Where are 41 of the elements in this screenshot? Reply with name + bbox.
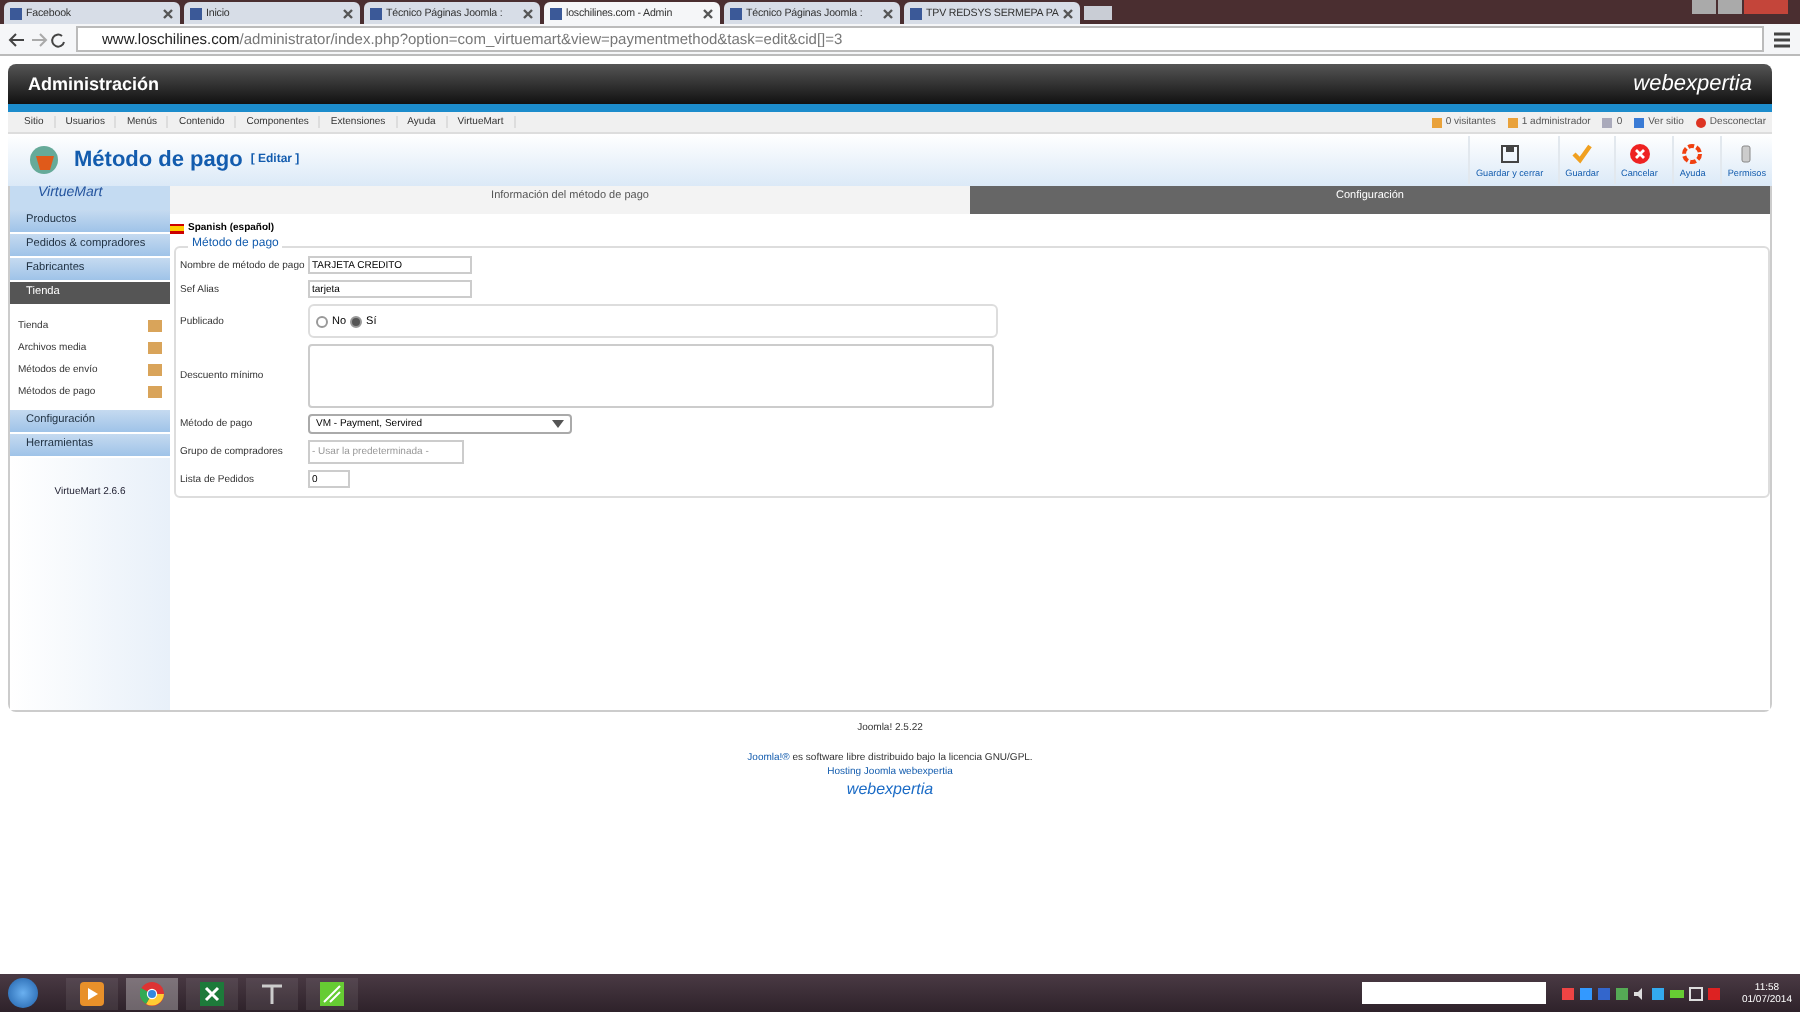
flag-icon [170,223,184,233]
radio-button[interactable] [316,315,328,327]
menu-icon[interactable] [1772,29,1792,49]
close-icon[interactable] [1062,7,1075,19]
close-icon[interactable] [522,7,534,19]
media-player-icon[interactable] [66,977,118,1009]
checkmark-icon [1572,143,1593,163]
favicon-icon [190,7,202,19]
favicon-icon [910,7,922,19]
radio-button[interactable] [350,315,363,327]
page-title: Método de pago [74,148,243,172]
status-icon [1634,117,1645,127]
dropdown-caret-icon [552,420,564,428]
brand-logo: webexpertia [1633,72,1752,96]
app-icon[interactable] [306,977,358,1009]
save-icon [1499,143,1520,163]
cancel-icon [1629,143,1650,163]
close-icon[interactable] [162,7,174,19]
favicon-icon [550,7,562,19]
spreadsheet-icon[interactable] [186,977,238,1009]
close-icon[interactable] [342,7,354,19]
tray-icons[interactable] [1561,985,1722,1001]
favicon-icon [10,7,22,19]
close-icon[interactable] [702,7,714,19]
favicon-icon [730,7,742,19]
search-field[interactable] [1361,982,1546,1004]
browser-icon[interactable] [126,977,178,1009]
navigation-icon[interactable] [8,29,68,49]
lifebuoy-icon [1682,143,1703,163]
footer-logo: webexpertia [846,780,934,798]
close-icon[interactable] [882,7,894,19]
admin-title: Administración [28,74,160,94]
favicon-icon [370,7,382,19]
start-button[interactable] [8,978,38,1008]
status-icon [1695,117,1706,127]
window-controls-icon[interactable] [1692,0,1788,14]
status-icon [1507,117,1518,127]
status-icon [1602,117,1613,127]
program-icon[interactable] [246,977,298,1009]
component-icon [28,144,60,176]
status-icon [1431,117,1442,127]
